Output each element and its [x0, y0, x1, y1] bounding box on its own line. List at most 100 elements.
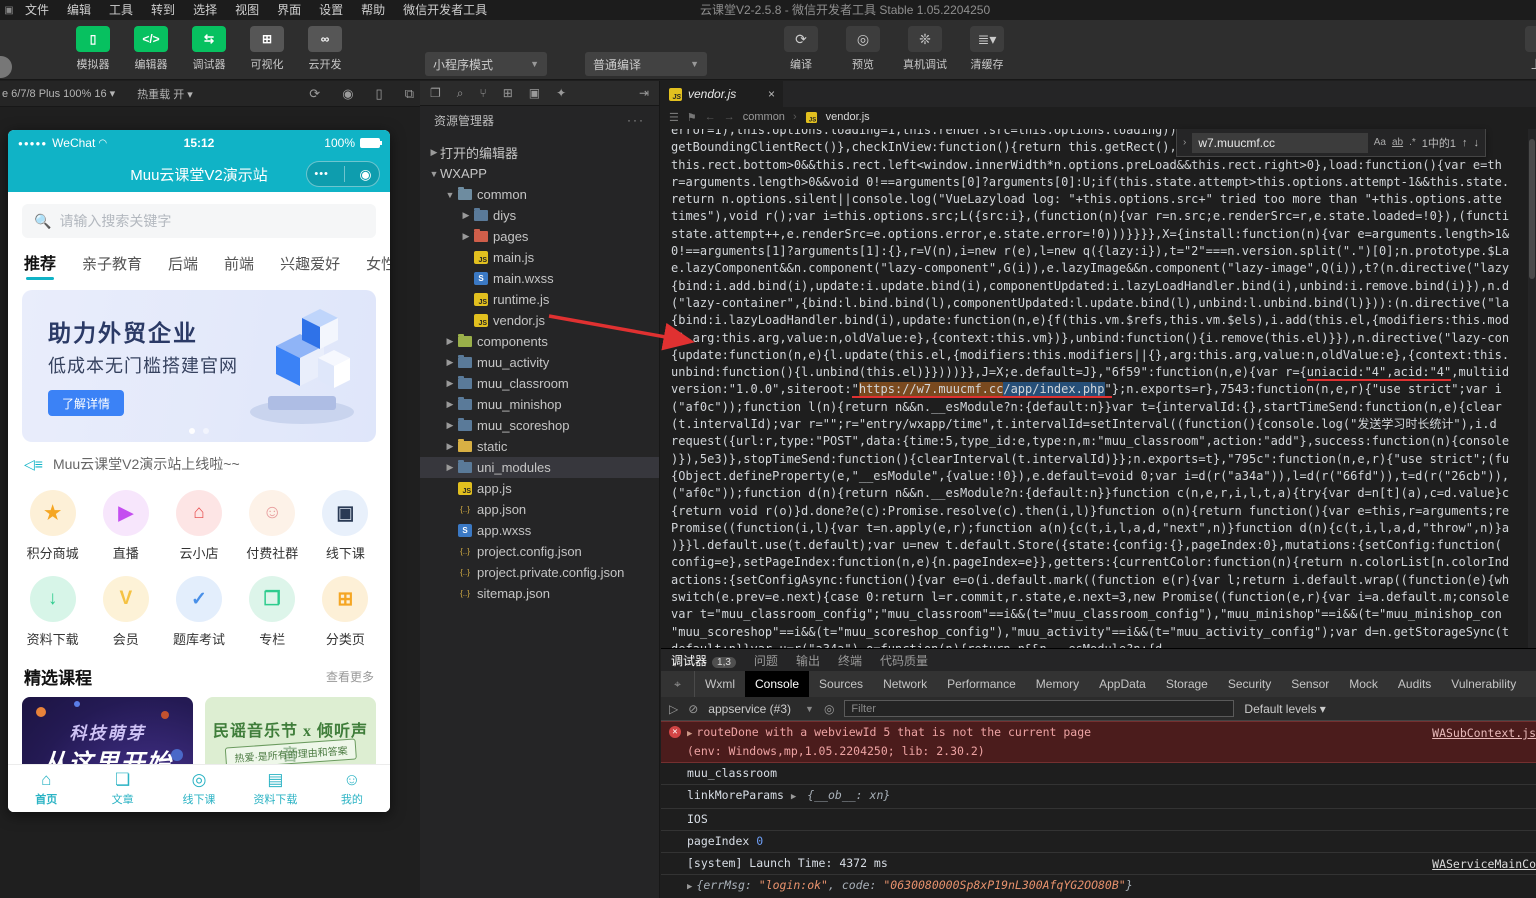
device-frame-icon[interactable]: ▯ — [376, 86, 383, 102]
outline-icon[interactable]: ☰ — [669, 111, 679, 124]
quick-entry-云小店[interactable]: ⌂云小店 — [162, 490, 235, 562]
category-tab-兴趣爱好[interactable]: 兴趣爱好 — [280, 253, 340, 282]
close-icon[interactable]: × — [768, 87, 775, 101]
console-log-row[interactable]: linkMoreParams ▶ {__ob__: xn} — [661, 785, 1536, 809]
tabbar-item-我的[interactable]: ☺我的 — [314, 765, 390, 812]
quick-entry-题库考试[interactable]: ✓题库考试 — [162, 576, 235, 648]
quick-entry-资料下载[interactable]: ↓资料下载 — [16, 576, 89, 648]
action-button-真机调试[interactable]: ❊真机调试 — [899, 26, 951, 72]
action-button-编译[interactable]: ⟳编译 — [775, 26, 827, 72]
tree-item-static[interactable]: ▶static — [420, 436, 659, 457]
tree-item-main.wxss[interactable]: Smain.wxss — [420, 268, 659, 289]
hot-reload-toggle[interactable]: 热重载 开 ▾ — [137, 86, 193, 102]
menu-item-视图[interactable]: 视图 — [226, 0, 268, 20]
tree-item-common[interactable]: ▼common — [420, 184, 659, 205]
back-icon[interactable]: ← — [705, 111, 716, 123]
context-select[interactable]: appservice (#3) ▼ — [708, 702, 814, 716]
tree-item-打开的编辑器[interactable]: ▶打开的编辑器 — [420, 142, 659, 163]
editor-scrollbar[interactable] — [1528, 129, 1536, 648]
quick-entry-会员[interactable]: V会员 — [89, 576, 162, 648]
console-log-row[interactable]: [system] Launch Time: 4372 msWAServiceMa… — [661, 853, 1536, 875]
prev-match-icon[interactable]: ↑ — [1462, 137, 1468, 149]
clear-console-icon[interactable]: ⊘ — [688, 702, 698, 716]
quick-entry-专栏[interactable]: ❐专栏 — [236, 576, 309, 648]
device-select[interactable]: e 6/7/8 Plus 100% 16 ▾ — [2, 87, 115, 100]
console-filter-input[interactable]: Filter — [844, 700, 1234, 717]
tree-item-app.json[interactable]: {..}app.json — [420, 499, 659, 520]
record-icon[interactable]: ◉ — [342, 86, 353, 102]
quick-entry-付费社群[interactable]: ☺付费社群 — [236, 490, 309, 562]
category-tab-推荐[interactable]: 推荐 — [24, 250, 56, 282]
menu-item-帮助[interactable]: 帮助 — [352, 0, 394, 20]
tree-item-uni_modules[interactable]: ▶uni_modules — [420, 457, 659, 478]
code-content[interactable]: error=1),this.options.loading=1,this.ren… — [661, 129, 1528, 648]
quick-entry-线下课[interactable]: ▣线下课 — [309, 490, 382, 562]
tree-item-app.js[interactable]: JSapp.js — [420, 478, 659, 499]
menu-item-编辑[interactable]: 编辑 — [58, 0, 100, 20]
tree-item-runtime.js[interactable]: JSruntime.js — [420, 289, 659, 310]
toolbar-button-编辑器[interactable]: </>编辑器 — [128, 26, 174, 72]
toolbar-button-云开发[interactable]: ∞云开发 — [302, 26, 348, 72]
devtools-tab-Sources[interactable]: Sources — [809, 671, 873, 697]
split-editor-icon[interactable]: ⇥ — [639, 86, 649, 100]
action-button-预览[interactable]: ◎预览 — [837, 26, 889, 72]
tabbar-item-首页[interactable]: ⌂首页 — [8, 765, 84, 812]
toolbar-button-可视化[interactable]: ⊞可视化 — [244, 26, 290, 72]
tab-vendor-js[interactable]: JS vendor.js × — [661, 81, 783, 107]
notice-bar[interactable]: ◁≡ Muu云课堂V2演示站上线啦~~ — [8, 442, 390, 478]
find-input[interactable]: w7.muucmf.cc — [1192, 133, 1367, 153]
restart-icon[interactable]: ⟳ — [309, 86, 320, 102]
tree-item-pages[interactable]: ▶pages — [420, 226, 659, 247]
tree-item-muu_minishop[interactable]: ▶muu_minishop — [420, 394, 659, 415]
menu-item-微信开发者工具[interactable]: 微信开发者工具 — [394, 0, 496, 20]
quick-entry-分类页[interactable]: ⊞分类页 — [309, 576, 382, 648]
debugger-tab-输出[interactable]: 输出 — [796, 652, 820, 669]
source-link[interactable]: WASubContext.js — [1432, 725, 1536, 742]
breadcrumb-folder[interactable]: common — [743, 111, 785, 123]
tree-item-muu_classroom[interactable]: ▶muu_classroom — [420, 373, 659, 394]
devtools-tab-Performance[interactable]: Performance — [937, 671, 1026, 697]
tree-item-muu_scoreshop[interactable]: ▶muu_scoreshop — [420, 415, 659, 436]
menu-item-设置[interactable]: 设置 — [310, 0, 352, 20]
tree-item-sitemap.json[interactable]: {..}sitemap.json — [420, 583, 659, 604]
tree-item-project.config.json[interactable]: {..}project.config.json — [420, 541, 659, 562]
match-case-icon[interactable]: Aa — [1374, 137, 1386, 148]
regex-icon[interactable]: .* — [1409, 137, 1416, 148]
console-log-row[interactable]: pageIndex 0 — [661, 831, 1536, 853]
window-icon[interactable]: ▣ — [529, 86, 540, 100]
detach-window-icon[interactable]: ⧉ — [405, 86, 414, 102]
mode-select[interactable]: 小程序模式▼ — [425, 52, 547, 76]
avatar[interactable] — [0, 56, 12, 78]
debugger-tab-终端[interactable]: 终端 — [838, 652, 862, 669]
toolbar-button-调试器[interactable]: ⇆调试器 — [186, 26, 232, 72]
capsule-menu[interactable]: ••• ◉ — [306, 161, 380, 187]
log-levels-select[interactable]: Default levels ▾ — [1244, 702, 1325, 716]
console-log-row[interactable]: ▶{errMsg: "login:ok", code: "0630080000S… — [661, 875, 1536, 898]
devtools-tab-Storage[interactable]: Storage — [1156, 671, 1218, 697]
devtools-tab-AppData[interactable]: AppData — [1089, 671, 1156, 697]
source-link[interactable]: WAServiceMainCo — [1432, 856, 1536, 873]
devtools-tab-Wxml[interactable]: Wxml — [695, 671, 745, 697]
inspect-element-icon[interactable]: ⌖ — [661, 671, 695, 697]
menu-item-选择[interactable]: 选择 — [184, 0, 226, 20]
category-tab-前端[interactable]: 前端 — [224, 253, 254, 282]
tree-item-diys[interactable]: ▶diys — [420, 205, 659, 226]
menu-item-转到[interactable]: 转到 — [142, 0, 184, 20]
console-log-row[interactable]: muu_classroom — [661, 763, 1536, 785]
devtools-tab-Console[interactable]: Console — [745, 671, 809, 697]
category-tab-女性提升[interactable]: 女性提升 — [366, 253, 390, 282]
debugger-tab-代码质量[interactable]: 代码质量 — [880, 652, 928, 669]
devtools-tab-Sensor[interactable]: Sensor — [1281, 671, 1339, 697]
banner-cta-button[interactable]: 了解详情 — [48, 390, 124, 416]
menu-item-工具[interactable]: 工具 — [100, 0, 142, 20]
search-input[interactable]: 🔍 请输入搜索关键字 — [22, 204, 376, 238]
tabbar-item-文章[interactable]: ❏文章 — [84, 765, 160, 812]
tabbar-item-线下课[interactable]: ◎线下课 — [161, 765, 237, 812]
debugger-tab-调试器[interactable]: 调试器1,3 — [671, 652, 736, 669]
compile-mode-select[interactable]: 普通编译▼ — [585, 52, 707, 76]
quick-entry-积分商城[interactable]: ★积分商城 — [16, 490, 89, 562]
next-match-icon[interactable]: ↓ — [1474, 137, 1480, 149]
devtools-tab-Memory[interactable]: Memory — [1026, 671, 1089, 697]
find-expand-icon[interactable]: › — [1183, 137, 1186, 148]
menu-item-界面[interactable]: 界面 — [268, 0, 310, 20]
